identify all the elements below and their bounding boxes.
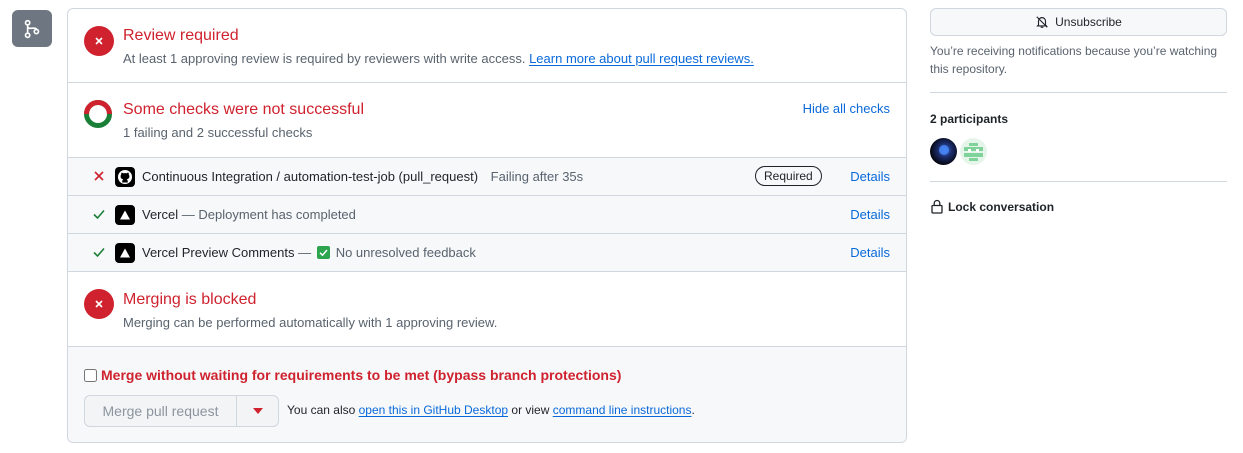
merging-blocked-description: Merging can be performed automatically w…: [123, 315, 498, 330]
git-branch-badge: [12, 10, 52, 47]
checks-title: Some checks were not successful: [123, 101, 364, 118]
green-checkbox-icon: [316, 246, 330, 259]
check-vercel-preview-text: Vercel Preview Comments — No unresolved …: [142, 245, 476, 260]
merge-method-dropdown[interactable]: [237, 396, 278, 426]
avatar[interactable]: [930, 138, 957, 165]
open-in-desktop-link[interactable]: open this in GitHub Desktop: [359, 403, 508, 417]
required-badge: Required: [755, 166, 822, 186]
merge-button-group: Merge pull request: [84, 395, 279, 427]
details-link-vercel-preview[interactable]: Details: [850, 245, 890, 260]
details-link-ci[interactable]: Details: [850, 169, 890, 184]
checks-summary-section: Some checks were not successful 1 failin…: [68, 83, 906, 158]
check-row-vercel: Vercel — Deployment has completed Detail…: [68, 196, 906, 234]
checks-summary: 1 failing and 2 successful checks: [123, 125, 313, 140]
merge-box: Review required At least 1 approving rev…: [67, 8, 907, 443]
check-icon: [93, 247, 105, 258]
x-circle-icon: [84, 289, 114, 319]
details-link-vercel[interactable]: Details: [850, 207, 890, 222]
review-required-title: Review required: [123, 27, 239, 44]
hide-all-checks-link[interactable]: Hide all checks: [803, 101, 890, 116]
bypass-protections-option[interactable]: Merge without waiting for requirements t…: [84, 367, 621, 383]
avatar[interactable]: [960, 138, 987, 165]
learn-more-reviews-link[interactable]: Learn more about pull request reviews.: [529, 51, 754, 66]
sidebar-divider: [930, 92, 1227, 93]
review-required-section: Review required At least 1 approving rev…: [68, 9, 906, 83]
bell-slash-icon: [1036, 16, 1048, 28]
lock-icon: [931, 199, 943, 214]
bypass-checkbox[interactable]: [84, 368, 97, 382]
github-icon: [115, 167, 135, 187]
lock-conversation-label: Lock conversation: [948, 199, 1055, 214]
help-suffix: .: [691, 403, 695, 417]
checks-status-donut-icon: [84, 100, 112, 128]
check-vercel-text: Vercel — Deployment has completed: [142, 207, 356, 222]
help-mid: or view: [511, 403, 550, 417]
help-prefix: You can also: [287, 403, 356, 417]
check-name: Vercel Preview Comments: [142, 245, 295, 260]
notification-reason: You’re receiving notifications because y…: [930, 44, 1218, 76]
check-status-text: No unresolved feedback: [335, 245, 476, 260]
merging-blocked-title: Merging is blocked: [123, 291, 257, 308]
unsubscribe-label: Unsubscribe: [1055, 15, 1122, 29]
git-pull-request-icon: [24, 19, 40, 38]
check-ci-text: Continuous Integration / automation-test…: [142, 169, 583, 184]
merging-blocked-section: Merging is blocked Merging can be perfor…: [68, 272, 906, 347]
vercel-icon: [115, 243, 135, 263]
merge-actions: Merge without waiting for requirements t…: [68, 347, 906, 442]
vercel-icon: [115, 205, 135, 225]
check-name: Vercel: [142, 207, 179, 222]
check-row-vercel-preview-comments: Vercel Preview Comments — No unresolved …: [68, 234, 906, 272]
sidebar-divider: [930, 181, 1227, 182]
merge-pull-request-button[interactable]: Merge pull request: [85, 396, 237, 426]
triangle-down-icon: [252, 408, 263, 414]
unsubscribe-button[interactable]: Unsubscribe: [930, 8, 1227, 36]
bypass-label: Merge without waiting for requirements t…: [101, 367, 622, 383]
review-required-text: At least 1 approving review is required …: [123, 51, 526, 66]
review-required-description: At least 1 approving review is required …: [123, 51, 754, 66]
x-icon: [94, 171, 104, 181]
participants-count: 2 participants: [930, 112, 1009, 126]
check-status-text: Failing after 35s: [490, 169, 584, 184]
check-row-ci: Continuous Integration / automation-test…: [68, 158, 906, 196]
check-icon: [93, 209, 105, 220]
merge-help-text: You can also open this in GitHub Desktop…: [287, 403, 695, 417]
check-desc-prefix: —: [294, 245, 315, 260]
check-status-text: — Deployment has completed: [178, 207, 356, 222]
command-line-instructions-link[interactable]: command line instructions: [553, 403, 692, 417]
x-circle-icon: [84, 26, 114, 56]
lock-conversation-button[interactable]: Lock conversation: [930, 199, 1054, 214]
check-name: Continuous Integration / automation-test…: [142, 169, 479, 184]
